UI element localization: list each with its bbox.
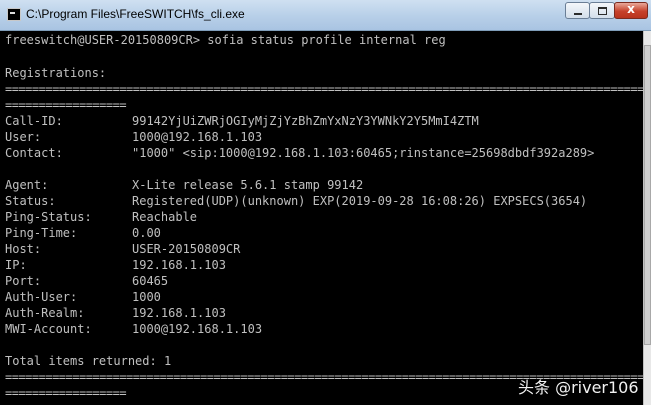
field-label: Host: bbox=[5, 242, 42, 256]
field-contact: Contact: "1000" <sip:1000@192.168.1.103:… bbox=[5, 145, 594, 161]
field-user: User: 1000@192.168.1.103 bbox=[5, 129, 262, 145]
field-label: Status: bbox=[5, 194, 56, 208]
title-bar[interactable]: C:\Program Files\FreeSWITCH\fs_cli.exe x bbox=[0, 0, 651, 31]
window-title: C:\Program Files\FreeSWITCH\fs_cli.exe bbox=[26, 7, 245, 21]
scrollbar-thumb[interactable] bbox=[644, 45, 651, 345]
field-call-id: Call-ID: 99142YjUiZWRjOGIyMjZjYzBhZmYxNz… bbox=[5, 113, 479, 129]
field-value: 192.168.1.103 bbox=[132, 258, 226, 272]
field-value: 1000@192.168.1.103 bbox=[132, 322, 263, 336]
field-auth-user: Auth-User: 1000 bbox=[5, 289, 161, 305]
field-label: Agent: bbox=[5, 178, 49, 192]
maximize-icon bbox=[598, 7, 607, 15]
close-button[interactable]: x bbox=[614, 2, 648, 19]
close-icon: x bbox=[627, 2, 635, 16]
field-label: Auth-User: bbox=[5, 290, 78, 304]
field-label: Port: bbox=[5, 274, 42, 288]
console-app-icon bbox=[7, 8, 21, 21]
field-value: Reachable bbox=[132, 210, 198, 224]
field-value: 60465 bbox=[132, 274, 169, 288]
field-label: Ping-Time: bbox=[5, 226, 78, 240]
field-value: X-Lite release 5.6.1 stamp 99142 bbox=[132, 178, 364, 192]
field-auth-realm: Auth-Realm: 192.168.1.103 bbox=[5, 305, 226, 321]
separator-line-bottom-cont: ================== bbox=[5, 386, 127, 400]
field-value: 1000 bbox=[132, 290, 161, 304]
maximize-button[interactable] bbox=[589, 2, 615, 19]
registrations-header: Registrations: bbox=[5, 66, 107, 80]
field-value: 192.168.1.103 bbox=[132, 306, 226, 320]
field-ip: IP: 192.168.1.103 bbox=[5, 257, 226, 273]
console-output[interactable]: freeswitch@USER-20150809CR> sofia status… bbox=[0, 31, 643, 405]
separator-line-cont: ================== bbox=[5, 98, 127, 112]
field-label: Auth-Realm: bbox=[5, 306, 85, 320]
field-agent: Agent: X-Lite release 5.6.1 stamp 99142 bbox=[5, 177, 363, 193]
separator-line: ========================================… bbox=[5, 82, 643, 96]
minimize-icon bbox=[574, 13, 582, 15]
field-value: "1000" <sip:1000@192.168.1.103:60465;rin… bbox=[132, 146, 595, 160]
field-value: 0.00 bbox=[132, 226, 161, 240]
minimize-button[interactable] bbox=[565, 2, 590, 19]
field-value: USER-20150809CR bbox=[132, 242, 241, 256]
field-value: 99142YjUiZWRjOGIyMjZjYzBhZmYxNzY3YWNkY2Y… bbox=[132, 114, 479, 128]
field-value: Registered(UDP)(unknown) EXP(2019-09-28 … bbox=[132, 194, 588, 208]
field-mwi-account: MWI-Account: 1000@192.168.1.103 bbox=[5, 321, 262, 337]
watermark-text: 头条 @river106 bbox=[518, 378, 639, 397]
vertical-scrollbar[interactable] bbox=[643, 31, 651, 405]
field-value: 1000@192.168.1.103 bbox=[132, 130, 263, 144]
field-ping-status: Ping-Status: Reachable bbox=[5, 209, 197, 225]
field-host: Host: USER-20150809CR bbox=[5, 241, 240, 257]
total-items-line: Total items returned: 1 bbox=[5, 354, 172, 368]
field-ping-time: Ping-Time: 0.00 bbox=[5, 225, 161, 241]
field-label: Contact: bbox=[5, 146, 63, 160]
field-label: Ping-Status: bbox=[5, 210, 92, 224]
field-status: Status: Registered(UDP)(unknown) EXP(201… bbox=[5, 193, 587, 209]
field-label: User: bbox=[5, 130, 42, 144]
field-label: IP: bbox=[5, 258, 27, 272]
field-port: Port: 60465 bbox=[5, 273, 168, 289]
field-label: MWI-Account: bbox=[5, 322, 92, 336]
field-label: Call-ID: bbox=[5, 114, 63, 128]
command-prompt-line: freeswitch@USER-20150809CR> sofia status… bbox=[5, 33, 446, 47]
